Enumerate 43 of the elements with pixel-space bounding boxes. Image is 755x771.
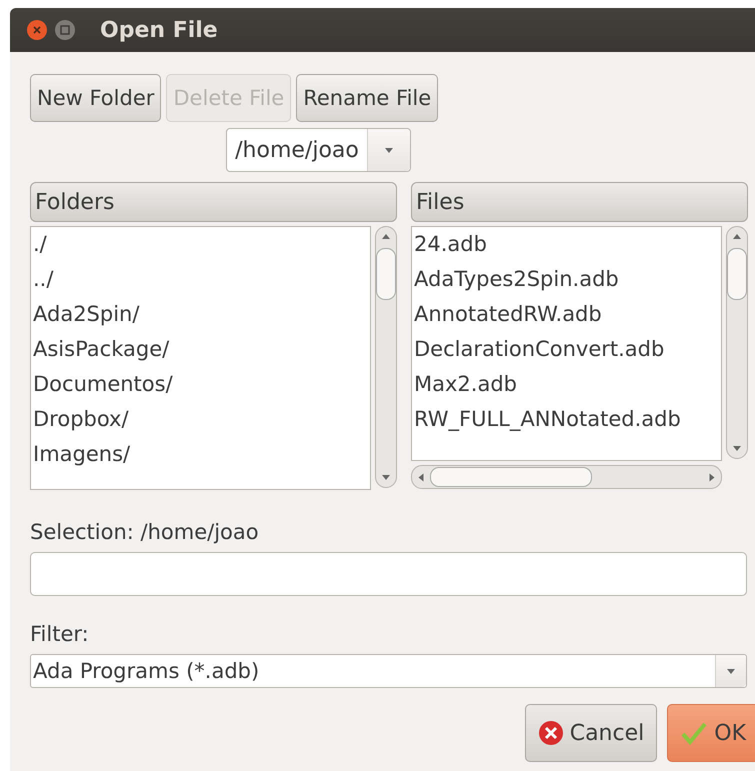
maximize-icon[interactable]	[54, 19, 76, 41]
scroll-down-icon[interactable]	[381, 474, 391, 481]
list-item[interactable]: Max2.adb	[412, 367, 721, 402]
window-title: Open File	[100, 18, 218, 42]
list-item[interactable]: Documentos/	[31, 367, 370, 402]
scrollbar-thumb[interactable]	[376, 248, 396, 300]
list-item[interactable]: Imagens/	[31, 437, 370, 472]
filter-label: Filter:	[30, 622, 90, 646]
selection-field[interactable]	[30, 552, 747, 596]
scroll-left-icon[interactable]	[418, 472, 424, 482]
vertical-scrollbar[interactable]	[375, 226, 397, 488]
filter-dropdown[interactable]: Ada Programs (*.adb)	[30, 654, 747, 688]
list-item[interactable]: Dropbox/	[31, 402, 370, 437]
list-item[interactable]: AdaTypes2Spin.adb	[412, 262, 721, 297]
toolbar-button[interactable]: Rename File	[296, 74, 438, 122]
list-item[interactable]: ../	[31, 262, 370, 297]
path-dropdown[interactable]: /home/joao	[226, 128, 411, 172]
close-icon[interactable]	[26, 19, 48, 41]
ok-button[interactable]: OK	[667, 704, 755, 762]
dropdown-arrow-icon	[384, 146, 394, 154]
scrollbar-thumb[interactable]	[430, 467, 592, 487]
list-item[interactable]: AsisPackage/	[31, 332, 370, 367]
list-item[interactable]: Ada2Spin/	[31, 297, 370, 332]
cancel-button[interactable]: Cancel	[524, 704, 658, 762]
scroll-up-icon[interactable]	[381, 233, 391, 240]
list-item[interactable]: AnnotatedRW.adb	[412, 297, 721, 332]
dropdown-arrow-icon	[726, 668, 736, 674]
vertical-scrollbar[interactable]	[726, 226, 748, 459]
scrollbar-thumb[interactable]	[727, 248, 747, 300]
scroll-up-icon[interactable]	[732, 233, 742, 240]
checkmark-icon	[680, 720, 708, 746]
selection-label: Selection: /home/joao	[30, 520, 260, 544]
scroll-down-icon[interactable]	[732, 445, 742, 452]
column-header[interactable]: Files	[411, 182, 748, 222]
list-item[interactable]: 24.adb	[412, 227, 721, 262]
error-icon	[538, 720, 564, 746]
list-item[interactable]: RW_FULL_ANNotated.adb	[412, 402, 721, 437]
list-item[interactable]: ./	[31, 227, 370, 262]
toolbar-button[interactable]: New Folder	[30, 74, 162, 122]
horizontal-scrollbar[interactable]	[411, 465, 722, 489]
list-item[interactable]: DeclarationConvert.adb	[412, 332, 721, 367]
column-header[interactable]: Folders	[30, 182, 397, 222]
scroll-right-icon[interactable]	[708, 472, 716, 482]
